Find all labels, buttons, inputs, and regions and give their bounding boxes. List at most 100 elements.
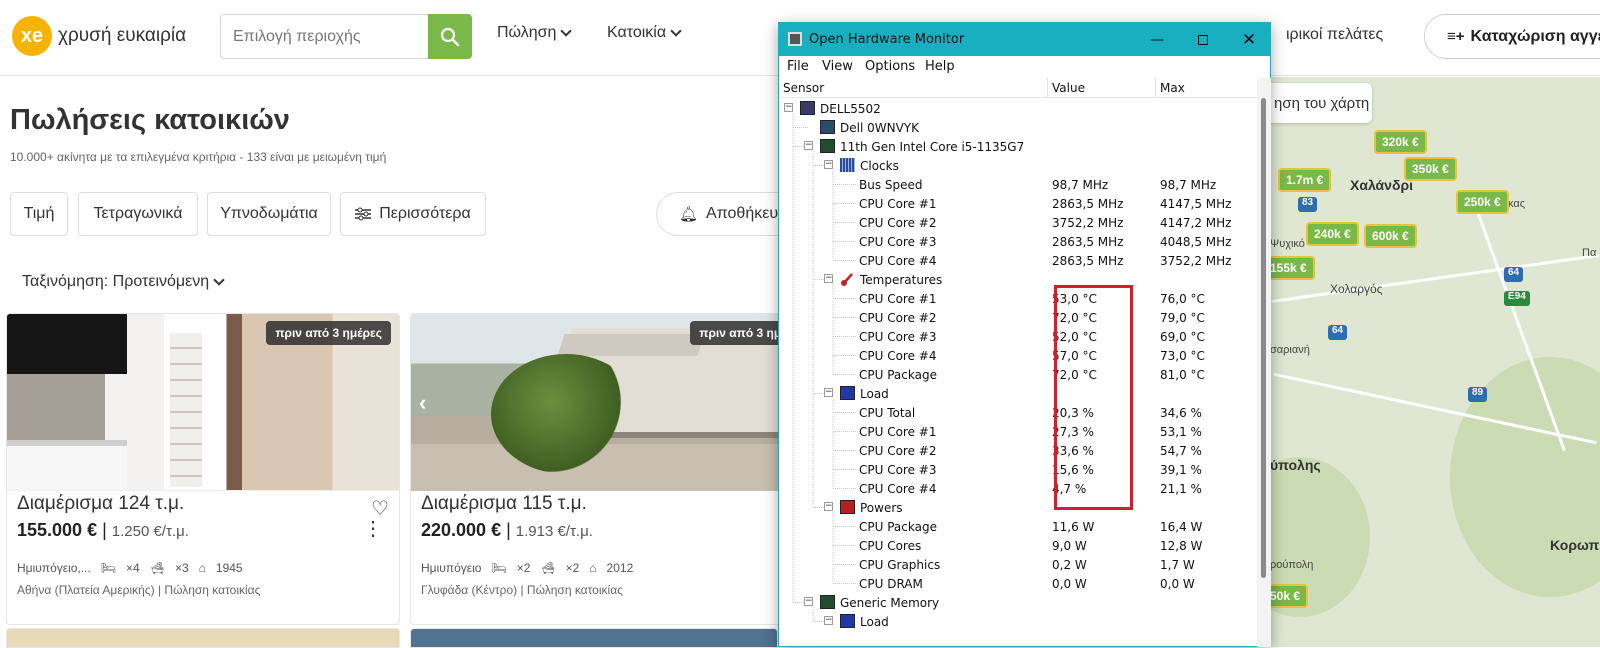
nav-sale-dropdown[interactable]: Πώληση xyxy=(497,24,573,42)
column-divider[interactable] xyxy=(1047,78,1048,98)
filter-area-button[interactable]: Τετραγωνικά xyxy=(78,192,198,236)
more-options-icon[interactable]: ⋮ xyxy=(363,519,383,539)
road-shield: E94 xyxy=(1504,291,1530,306)
sensor-row[interactable]: CPU Core #1 2863,5 MHz 4147,5 MHz xyxy=(779,194,1257,213)
sensor-row[interactable]: CPU Core #3 2863,5 MHz 4048,5 MHz xyxy=(779,232,1257,251)
sensor-group-row[interactable]: − Load xyxy=(779,384,1257,403)
sensor-row[interactable]: CPU DRAM 0,0 W 0,0 W xyxy=(779,574,1257,593)
maximize-icon xyxy=(1198,34,1208,45)
sensor-row[interactable]: Bus Speed 98,7 MHz 98,7 MHz xyxy=(779,175,1257,194)
sensor-group-row[interactable]: − 11th Gen Intel Core i5-1135G7 xyxy=(779,137,1257,156)
tree-expander-icon[interactable]: − xyxy=(804,597,813,606)
map-price-pin[interactable]: 50k € xyxy=(1270,584,1309,608)
sensor-row[interactable]: CPU Core #4 4,7 % 21,1 % xyxy=(779,479,1257,498)
maximize-button[interactable] xyxy=(1180,23,1226,56)
map-price-pin[interactable]: 1.7m € xyxy=(1278,168,1332,192)
sensor-row[interactable]: CPU Core #2 72,0 °C 79,0 °C xyxy=(779,308,1257,327)
sensor-group-row[interactable]: − DELL5502 xyxy=(779,99,1257,118)
clock-icon xyxy=(840,158,855,172)
tree-expander-icon[interactable]: − xyxy=(824,502,833,511)
sensor-row[interactable]: CPU Core #1 53,0 °C 76,0 °C xyxy=(779,289,1257,308)
bath-icon: 🛁︎ xyxy=(540,561,556,575)
chevron-down-icon xyxy=(670,25,682,37)
nav-residence-dropdown[interactable]: Κατοικία xyxy=(607,24,682,42)
map-price-pin[interactable]: 350k € xyxy=(1404,157,1457,181)
sensor-label: Dell 0WNVYK xyxy=(840,121,919,135)
map-price-pin[interactable]: 250k € xyxy=(1456,190,1509,214)
map-price-pin[interactable]: 155k € xyxy=(1270,256,1315,280)
sensor-row[interactable]: CPU Package 72,0 °C 81,0 °C xyxy=(779,365,1257,384)
minimize-button[interactable]: — xyxy=(1134,23,1180,56)
menu-help[interactable]: Help xyxy=(925,59,955,74)
sensor-row[interactable]: CPU Core #1 27,3 % 53,1 % xyxy=(779,422,1257,441)
sensor-row[interactable]: CPU Core #3 52,0 °C 69,0 °C xyxy=(779,327,1257,346)
map-price-pin[interactable]: 320k € xyxy=(1374,130,1427,154)
create-listing-button[interactable]: ≡+ Καταχώριση αγγελ xyxy=(1424,14,1600,59)
listing-price: 155.000 € xyxy=(17,520,98,540)
sensor-group-row[interactable]: Dell 0WNVYK xyxy=(779,118,1257,137)
sensor-row[interactable]: CPU Package 11,6 W 16,4 W xyxy=(779,517,1257,536)
sensor-group-row[interactable]: − Load xyxy=(779,612,1257,631)
photo-detail xyxy=(167,330,205,490)
sensor-max: 73,0 °C xyxy=(1160,349,1205,363)
area-search-input[interactable] xyxy=(221,15,427,58)
column-sensor[interactable]: Sensor xyxy=(783,81,824,95)
column-value[interactable]: Value xyxy=(1052,81,1085,95)
listing-title[interactable]: Διαμέρισμα 124 τ.μ. xyxy=(17,493,184,515)
listing-photo[interactable]: ‹ πριν από 3 ημέρ xyxy=(411,314,803,491)
sensor-row[interactable]: CPU Core #3 15,6 % 39,1 % xyxy=(779,460,1257,479)
search-button[interactable] xyxy=(428,14,472,59)
sensor-group-row[interactable]: − Clocks xyxy=(779,156,1257,175)
house-icon: ⌂ xyxy=(589,561,597,575)
tree-expander-icon[interactable]: − xyxy=(824,274,833,283)
sensor-row[interactable]: CPU Core #2 3752,2 MHz 4147,2 MHz xyxy=(779,213,1257,232)
sensor-row[interactable]: CPU Cores 9,0 W 12,8 W xyxy=(779,536,1257,555)
results-map[interactable]: ηση του χάρτη Χαλάνδρι Χολαργός ύπολης Κ… xyxy=(1270,77,1600,647)
tree-expander-icon[interactable]: − xyxy=(824,388,833,397)
map-place-label: σαριανή xyxy=(1270,344,1310,356)
vertical-scrollbar[interactable] xyxy=(1257,78,1271,647)
map-price-pin[interactable]: 600k € xyxy=(1364,224,1417,248)
sensor-row[interactable]: CPU Graphics 0,2 W 1,7 W xyxy=(779,555,1257,574)
sensor-label: CPU Core #3 xyxy=(859,330,937,344)
ohm-titlebar[interactable]: Open Hardware Monitor — ✕ xyxy=(779,23,1270,56)
menu-file[interactable]: File xyxy=(787,59,809,74)
site-logo[interactable]: xe χρυσή ευκαιρία xyxy=(12,16,186,56)
sensor-group-row[interactable]: − Powers xyxy=(779,498,1257,517)
listing-card[interactable]: πριν από 3 ημέρες Διαμέρισμα 124 τ.μ. ♡ … xyxy=(6,313,400,625)
listing-photo[interactable]: πριν από 3 ημέρες xyxy=(7,314,399,491)
photo-detail xyxy=(491,354,641,474)
sensor-group-row[interactable]: − Temperatures xyxy=(779,270,1257,289)
listing-card-next[interactable] xyxy=(6,628,400,648)
listing-card[interactable]: ‹ πριν από 3 ημέρ Διαμέρισμα 115 τ.μ. 22… xyxy=(410,313,804,625)
sensor-label: CPU Core #3 xyxy=(859,463,937,477)
listing-card-next[interactable] xyxy=(410,628,778,648)
menu-view[interactable]: View xyxy=(822,59,853,74)
tree-expander-icon[interactable]: − xyxy=(824,616,833,625)
sensor-row[interactable]: CPU Core #2 33,6 % 54,7 % xyxy=(779,441,1257,460)
menu-options[interactable]: Options xyxy=(865,59,915,74)
listing-title[interactable]: Διαμέρισμα 115 τ.μ. xyxy=(421,493,587,515)
close-button[interactable]: ✕ xyxy=(1226,23,1272,56)
sensor-row[interactable]: CPU Core #4 57,0 °C 73,0 °C xyxy=(779,346,1257,365)
sensor-max: 98,7 MHz xyxy=(1160,178,1217,192)
sort-dropdown[interactable]: Ταξινόμηση: Προτεινόμενη xyxy=(22,273,225,291)
photo-prev-arrow-icon[interactable]: ‹ xyxy=(419,390,426,416)
tree-expander-icon[interactable]: − xyxy=(784,103,793,112)
sensor-label: CPU Core #4 xyxy=(859,254,937,268)
column-max[interactable]: Max xyxy=(1160,81,1185,95)
sensor-group-row[interactable]: − Generic Memory xyxy=(779,593,1257,612)
map-search-area-button[interactable]: ηση του χάρτη xyxy=(1270,83,1372,123)
house-icon: ⌂ xyxy=(198,561,206,575)
filter-more-button[interactable]: Περισσότερα xyxy=(340,192,486,236)
sensor-row[interactable]: CPU Core #4 2863,5 MHz 3752,2 MHz xyxy=(779,251,1257,270)
column-divider[interactable] xyxy=(1155,78,1156,98)
filter-bedrooms-button[interactable]: Υπνοδωμάτια xyxy=(207,192,331,236)
map-price-pin[interactable]: 240k € xyxy=(1306,222,1359,246)
tree-expander-icon[interactable]: − xyxy=(824,160,833,169)
sensor-row[interactable]: CPU Total 20,3 % 34,6 % xyxy=(779,403,1257,422)
scrollbar-thumb[interactable] xyxy=(1261,98,1266,578)
professional-clients-link[interactable]: ιρικοί πελάτες xyxy=(1286,26,1383,44)
filter-price-button[interactable]: Τιμή xyxy=(10,192,68,236)
tree-expander-icon[interactable]: − xyxy=(804,141,813,150)
